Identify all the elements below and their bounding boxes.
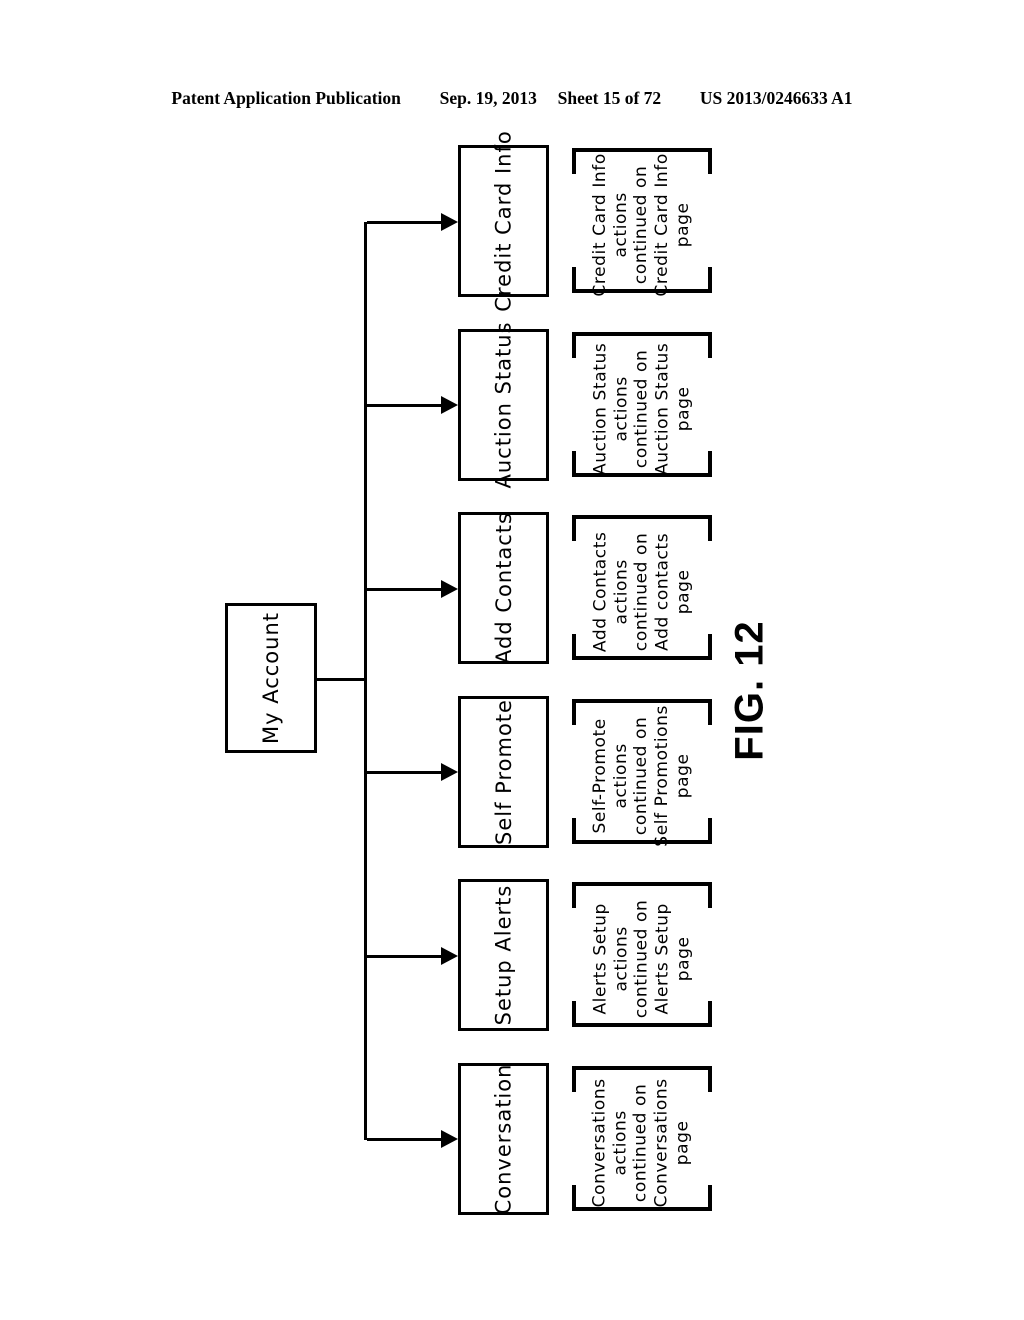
arrowhead-credit-card-info-icon bbox=[441, 213, 458, 231]
connector-branch-conversation bbox=[367, 1138, 445, 1141]
connector-branch-auction-status bbox=[367, 404, 445, 407]
annotation-line: page bbox=[673, 936, 694, 981]
connector-branch-self-promote bbox=[367, 771, 445, 774]
node-add-contacts-label: Add Contacts bbox=[491, 512, 516, 664]
arrowhead-add-contacts-icon bbox=[441, 580, 458, 598]
annotation-line: continued on bbox=[631, 349, 652, 468]
node-conversation-label: Conversation bbox=[491, 1063, 516, 1215]
arrowhead-auction-status-icon bbox=[441, 396, 458, 414]
annotation-line: Auction Status bbox=[652, 342, 673, 475]
connector-trunk bbox=[364, 222, 367, 1140]
node-my-account-label: My Account bbox=[259, 611, 284, 745]
node-conversation: Conversation bbox=[458, 1063, 549, 1215]
annotation-line: page bbox=[673, 1120, 694, 1165]
annotation-line: Self Promotions bbox=[652, 704, 673, 847]
node-self-promote: Self Promote bbox=[458, 696, 549, 848]
flow-diagram: My Account Credit Card Info Credit Card … bbox=[0, 0, 1024, 1320]
node-credit-card-info-label: Credit Card Info bbox=[491, 130, 516, 312]
annotation-line: Alerts Setup bbox=[652, 902, 673, 1015]
connector-branch-setup-alerts bbox=[367, 955, 445, 958]
figure-label: FIG. 12 bbox=[690, 600, 810, 780]
annotation-line: Conversations bbox=[652, 1077, 673, 1208]
annotation-line: Self-Promote bbox=[590, 717, 611, 834]
annotation-line: actions bbox=[610, 925, 631, 992]
node-auction-status-label: Auction Status bbox=[491, 321, 516, 489]
annotation-line: actions bbox=[610, 375, 631, 442]
annotation-line: continued on bbox=[631, 532, 652, 651]
annotation-line: Alerts Setup bbox=[590, 902, 611, 1015]
annotation-line: continued on bbox=[631, 716, 652, 835]
node-setup-alerts-label: Setup Alerts bbox=[491, 884, 516, 1026]
annotation-line: Credit Card Info bbox=[590, 152, 611, 297]
annotation-line: actions bbox=[610, 558, 631, 625]
annotation-line: Credit Card Info bbox=[652, 152, 673, 297]
node-my-account: My Account bbox=[225, 603, 317, 753]
connector-root-stub bbox=[315, 678, 367, 681]
annotation-conversation: Conversations actions continued on Conve… bbox=[572, 1066, 712, 1211]
annotation-line: actions bbox=[610, 191, 631, 258]
connector-branch-add-contacts bbox=[367, 588, 445, 591]
node-auction-status: Auction Status bbox=[458, 321, 549, 489]
annotation-line: Add contacts bbox=[652, 532, 673, 651]
annotation-line: actions bbox=[610, 1109, 631, 1176]
node-credit-card-info: Credit Card Info bbox=[458, 130, 549, 312]
annotation-line: continued on bbox=[631, 165, 652, 284]
annotation-line: continued on bbox=[631, 1083, 652, 1202]
node-self-promote-label: Self Promote bbox=[491, 699, 516, 845]
annotation-line: Add Contacts bbox=[590, 531, 611, 652]
annotation-line: Auction Status bbox=[590, 342, 611, 475]
figure-label-text: FIG. 12 bbox=[727, 619, 772, 761]
arrowhead-self-promote-icon bbox=[441, 763, 458, 781]
arrowhead-conversation-icon bbox=[441, 1130, 458, 1148]
annotation-line: continued on bbox=[631, 899, 652, 1018]
annotation-credit-card-info: Credit Card Info actions continued on Cr… bbox=[572, 148, 712, 297]
annotation-line: actions bbox=[610, 742, 631, 809]
annotation-line: Conversations bbox=[590, 1077, 611, 1208]
connector-branch-credit-card-info bbox=[367, 221, 445, 224]
annotation-line: page bbox=[673, 386, 694, 431]
annotation-auction-status: Auction Status actions continued on Auct… bbox=[572, 332, 712, 477]
node-setup-alerts: Setup Alerts bbox=[458, 879, 549, 1031]
node-add-contacts: Add Contacts bbox=[458, 512, 549, 664]
annotation-setup-alerts: Alerts Setup actions continued on Alerts… bbox=[572, 882, 712, 1027]
annotation-line: page bbox=[673, 202, 694, 247]
arrowhead-setup-alerts-icon bbox=[441, 947, 458, 965]
